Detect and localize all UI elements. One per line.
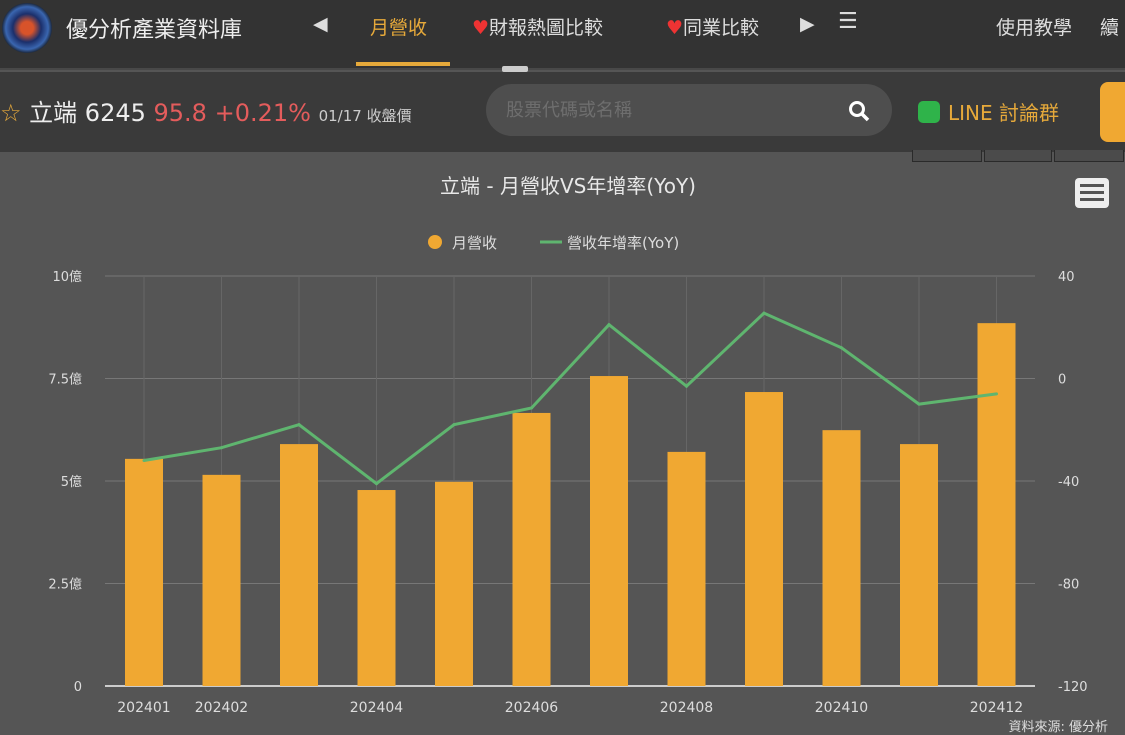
y-right-tick: -40 bbox=[1058, 475, 1079, 490]
yoy-point bbox=[452, 423, 456, 427]
brand-title[interactable]: 優分析產業資料庫 bbox=[66, 12, 242, 44]
y-right-tick: 0 bbox=[1058, 373, 1066, 388]
y-right-tick: -120 bbox=[1058, 680, 1088, 695]
revenue-bar bbox=[977, 323, 1016, 686]
chart-title: 立端 - 月營收VS年增率(YoY) bbox=[440, 174, 696, 198]
revenue-bar bbox=[822, 430, 861, 686]
line-app-icon bbox=[918, 101, 940, 123]
tab-monthly-revenue[interactable]: 月營收 bbox=[370, 13, 427, 40]
tab-financial-heatmap[interactable]: ♥財報熱圖比較 bbox=[472, 13, 603, 40]
heart-icon: ♥ bbox=[472, 17, 490, 39]
y-left-tick: 7.5億 bbox=[48, 372, 82, 388]
data-source: 資料來源: 優分析 bbox=[1008, 720, 1108, 735]
x-tick: 202406 bbox=[505, 700, 559, 716]
yoy-point bbox=[840, 346, 843, 350]
line-group-button[interactable]: LINE 討論群 bbox=[918, 97, 1059, 126]
stock-info: ☆ 立端 6245 95.8 +0.21% 01/17 收盤價 bbox=[0, 93, 412, 128]
tab-peer-compare[interactable]: ♥同業比較 bbox=[666, 13, 759, 40]
price-date: 01/17 收盤價 bbox=[318, 107, 412, 125]
nav-next-arrow-icon[interactable]: ▶ bbox=[800, 13, 815, 35]
x-tick: 202402 bbox=[195, 700, 248, 716]
yoy-point bbox=[762, 311, 766, 315]
favorite-star-icon[interactable]: ☆ bbox=[0, 99, 22, 127]
search-icon[interactable] bbox=[848, 100, 870, 122]
stock-code: 6245 bbox=[84, 99, 146, 127]
stock-name: 立端 bbox=[29, 99, 78, 127]
revenue-bar bbox=[125, 458, 163, 686]
stock-search bbox=[486, 84, 892, 136]
revenue-bar bbox=[667, 451, 706, 686]
x-tick: 202412 bbox=[970, 700, 1023, 716]
legend-yoy[interactable]: 營收年增率(YoY) bbox=[567, 234, 679, 252]
y-right-tick: -80 bbox=[1058, 578, 1079, 593]
y-left-tick: 0 bbox=[74, 680, 82, 695]
search-input[interactable] bbox=[506, 96, 836, 124]
heart-icon: ♥ bbox=[666, 17, 684, 39]
revenue-bar bbox=[745, 392, 783, 686]
revenue-bar bbox=[357, 490, 396, 686]
more-link[interactable]: 續 bbox=[1100, 13, 1119, 40]
legend-revenue[interactable]: 月營收 bbox=[452, 234, 497, 252]
yoy-point bbox=[220, 446, 223, 450]
x-tick: 202401 bbox=[117, 700, 170, 716]
top-nav: 優分析產業資料庫 ◀ 月營收 ♥財報熱圖比較 ♥同業比較 ▶ ☰ 使用教學 續 bbox=[0, 0, 1125, 72]
revenue-bar bbox=[280, 444, 318, 686]
y-right-tick: 40 bbox=[1058, 270, 1075, 285]
active-tab-indicator bbox=[356, 62, 450, 66]
chart-menu-button[interactable] bbox=[1075, 178, 1109, 208]
legend-bar-marker bbox=[428, 235, 442, 249]
revenue-bar bbox=[202, 474, 241, 686]
x-tick: 202408 bbox=[660, 700, 713, 716]
stock-change: +0.21% bbox=[214, 99, 311, 127]
revenue-bar bbox=[435, 481, 473, 686]
x-tick: 202410 bbox=[815, 700, 868, 716]
yoy-point bbox=[375, 482, 378, 486]
yoy-point bbox=[297, 423, 301, 427]
yoy-point bbox=[142, 459, 146, 462]
y-left-tick: 10億 bbox=[52, 269, 82, 285]
revenue-bar bbox=[900, 444, 938, 686]
y-left-tick: 5億 bbox=[61, 474, 82, 490]
stock-price: 95.8 bbox=[153, 99, 207, 127]
logo[interactable] bbox=[2, 3, 52, 53]
x-tick: 202404 bbox=[350, 700, 404, 716]
yoy-point bbox=[607, 323, 611, 327]
yoy-point bbox=[685, 384, 688, 388]
yoy-point bbox=[530, 406, 533, 410]
action-button[interactable] bbox=[1100, 82, 1125, 142]
yoy-line bbox=[143, 311, 997, 486]
nav-prev-arrow-icon[interactable]: ◀ bbox=[313, 13, 328, 35]
hamburger-menu-icon[interactable]: ☰ bbox=[838, 9, 858, 34]
yoy-point bbox=[995, 392, 998, 396]
revenue-bar bbox=[512, 412, 551, 686]
yoy-point bbox=[917, 402, 921, 406]
revenue-yoy-chart: 立端 - 月營收VS年增率(YoY) 月營收 營收年增率(YoY) 0 -120 2… bbox=[48, 174, 1108, 735]
y-left-tick: 2.5億 bbox=[48, 577, 82, 593]
revenue-bar bbox=[590, 376, 628, 686]
tutorial-link[interactable]: 使用教學 bbox=[996, 13, 1072, 40]
